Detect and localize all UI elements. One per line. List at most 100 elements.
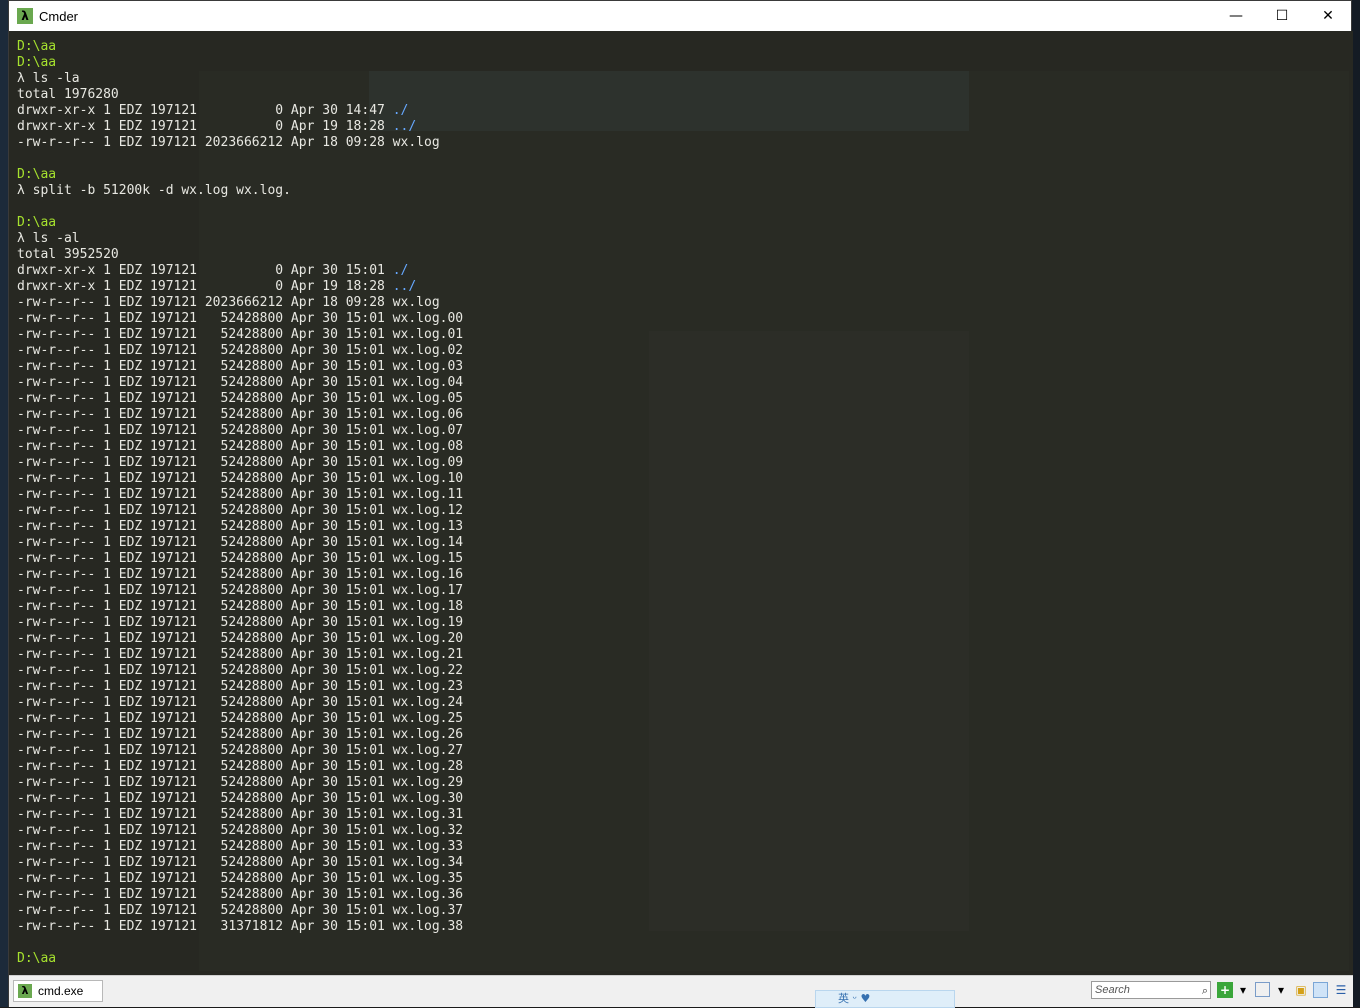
console-text: -rw-r--r-- 1 EDZ 197121 52428800 Apr 30 … bbox=[17, 375, 464, 390]
console-text: -rw-r--r-- 1 EDZ 197121 52428800 Apr 30 … bbox=[17, 903, 464, 918]
console-text: λ ls -al bbox=[17, 231, 80, 246]
console-text: total 3952520 bbox=[17, 247, 119, 262]
console-line: -rw-r--r-- 1 EDZ 197121 52428800 Apr 30 … bbox=[17, 647, 463, 663]
console-line: -rw-r--r-- 1 EDZ 197121 52428800 Apr 30 … bbox=[17, 759, 463, 775]
console-text: -rw-r--r-- 1 EDZ 197121 52428800 Apr 30 … bbox=[17, 599, 464, 614]
console-text: -rw-r--r-- 1 EDZ 197121 52428800 Apr 30 … bbox=[17, 631, 464, 646]
window-controls: — ☐ ✕ bbox=[1213, 1, 1351, 31]
console-text: total 1976280 bbox=[17, 87, 119, 102]
console-line: -rw-r--r-- 1 EDZ 197121 52428800 Apr 30 … bbox=[17, 391, 463, 407]
prompt-path: D:\aa bbox=[17, 167, 57, 182]
console-line: -rw-r--r-- 1 EDZ 197121 52428800 Apr 30 … bbox=[17, 663, 463, 679]
desktop-background-left bbox=[0, 0, 8, 1007]
console-output: D:\aa D:\aa λ ls -la total 1976280 drwxr-xr-… bbox=[17, 39, 463, 967]
console-line: D:\aa bbox=[17, 55, 463, 71]
console-line: -rw-r--r-- 1 EDZ 197121 2023666212 Apr 1… bbox=[17, 135, 463, 151]
console-line: -rw-r--r-- 1 EDZ 197121 52428800 Apr 30 … bbox=[17, 519, 463, 535]
console-line: -rw-r--r-- 1 EDZ 197121 52428800 Apr 30 … bbox=[17, 855, 463, 871]
search-input[interactable]: Search ⌕ bbox=[1091, 981, 1211, 999]
console-text: -rw-r--r-- 1 EDZ 197121 52428800 Apr 30 … bbox=[17, 727, 464, 742]
console-text: -rw-r--r-- 1 EDZ 197121 52428800 Apr 30 … bbox=[17, 823, 464, 838]
console-text: -rw-r--r-- 1 EDZ 197121 52428800 Apr 30 … bbox=[17, 663, 464, 678]
console-line: D:\aa bbox=[17, 951, 463, 967]
console-text: -rw-r--r-- 1 EDZ 197121 52428800 Apr 30 … bbox=[17, 343, 464, 358]
panel-view-icon[interactable] bbox=[1313, 982, 1328, 998]
prompt-path: D:\aa bbox=[17, 55, 57, 70]
console-line: D:\aa bbox=[17, 215, 463, 231]
console-text: -rw-r--r-- 1 EDZ 197121 52428800 Apr 30 … bbox=[17, 807, 464, 822]
console-text: -rw-r--r-- 1 EDZ 197121 52428800 Apr 30 … bbox=[17, 327, 464, 342]
console-text: -rw-r--r-- 1 EDZ 197121 52428800 Apr 30 … bbox=[17, 839, 464, 854]
prompt-path: D:\aa bbox=[17, 215, 57, 230]
minimize-button[interactable]: — bbox=[1213, 1, 1259, 31]
console-line: drwxr-xr-x 1 EDZ 197121 0 Apr 19 18:28 .… bbox=[17, 279, 463, 295]
console-line: drwxr-xr-x 1 EDZ 197121 0 Apr 30 14:47 .… bbox=[17, 103, 463, 119]
ime-indicator: 英 ᵕ ♥ bbox=[815, 990, 955, 1008]
chevron-down-icon[interactable]: ▾ bbox=[1273, 982, 1289, 998]
console-line: D:\aa bbox=[17, 39, 463, 55]
directory-entry: ../ bbox=[392, 279, 417, 294]
search-placeholder: Search bbox=[1095, 984, 1130, 996]
console-text: -rw-r--r-- 1 EDZ 197121 52428800 Apr 30 … bbox=[17, 567, 464, 582]
console-line: -rw-r--r-- 1 EDZ 197121 52428800 Apr 30 … bbox=[17, 503, 463, 519]
console-line: -rw-r--r-- 1 EDZ 197121 52428800 Apr 30 … bbox=[17, 375, 463, 391]
console-text: -rw-r--r-- 1 EDZ 197121 52428800 Apr 30 … bbox=[17, 871, 464, 886]
console-text: λ split -b 51200k -d wx.log wx.log. bbox=[17, 183, 291, 198]
chevron-down-icon[interactable]: ▾ bbox=[1235, 982, 1251, 998]
title-bar[interactable]: λ Cmder — ☐ ✕ bbox=[9, 1, 1351, 31]
console-text: -rw-r--r-- 1 EDZ 197121 52428800 Apr 30 … bbox=[17, 711, 464, 726]
cmder-lambda-icon: λ bbox=[18, 984, 32, 998]
console-text: -rw-r--r-- 1 EDZ 197121 52428800 Apr 30 … bbox=[17, 695, 464, 710]
console-text: -rw-r--r-- 1 EDZ 197121 52428800 Apr 30 … bbox=[17, 743, 464, 758]
console-line: -rw-r--r-- 1 EDZ 197121 52428800 Apr 30 … bbox=[17, 695, 463, 711]
console-text: -rw-r--r-- 1 EDZ 197121 52428800 Apr 30 … bbox=[17, 455, 464, 470]
console-line: -rw-r--r-- 1 EDZ 197121 52428800 Apr 30 … bbox=[17, 615, 463, 631]
console-text: -rw-r--r-- 1 EDZ 197121 31371812 Apr 30 … bbox=[17, 919, 464, 934]
directory-entry: ../ bbox=[392, 119, 417, 134]
console-area[interactable]: D:\aa D:\aa λ ls -la total 1976280 drwxr-xr-… bbox=[9, 31, 1353, 975]
console-line: total 3952520 bbox=[17, 247, 463, 263]
console-line: -rw-r--r-- 1 EDZ 197121 52428800 Apr 30 … bbox=[17, 887, 463, 903]
console-line: -rw-r--r-- 1 EDZ 197121 52428800 Apr 30 … bbox=[17, 807, 463, 823]
console-line: -rw-r--r-- 1 EDZ 197121 52428800 Apr 30 … bbox=[17, 535, 463, 551]
console-line: λ ls -al bbox=[17, 231, 463, 247]
console-line: -rw-r--r-- 1 EDZ 197121 52428800 Apr 30 … bbox=[17, 823, 463, 839]
menu-icon[interactable]: ☰ bbox=[1333, 982, 1349, 998]
console-text: -rw-r--r-- 1 EDZ 197121 52428800 Apr 30 … bbox=[17, 551, 464, 566]
console-line: -rw-r--r-- 1 EDZ 197121 52428800 Apr 30 … bbox=[17, 727, 463, 743]
console-text: -rw-r--r-- 1 EDZ 197121 2023666212 Apr 1… bbox=[17, 295, 440, 310]
console-text: -rw-r--r-- 1 EDZ 197121 52428800 Apr 30 … bbox=[17, 855, 464, 870]
new-console-icon[interactable]: + bbox=[1217, 982, 1233, 998]
console-text: -rw-r--r-- 1 EDZ 197121 2023666212 Apr 1… bbox=[17, 135, 440, 150]
split-view-icon[interactable] bbox=[1255, 982, 1270, 997]
console-line: -rw-r--r-- 1 EDZ 197121 52428800 Apr 30 … bbox=[17, 439, 463, 455]
console-text: -rw-r--r-- 1 EDZ 197121 52428800 Apr 30 … bbox=[17, 311, 464, 326]
console-text: -rw-r--r-- 1 EDZ 197121 52428800 Apr 30 … bbox=[17, 615, 464, 630]
console-line: -rw-r--r-- 1 EDZ 197121 52428800 Apr 30 … bbox=[17, 791, 463, 807]
maximize-button[interactable]: ☐ bbox=[1259, 1, 1305, 31]
console-text: -rw-r--r-- 1 EDZ 197121 52428800 Apr 30 … bbox=[17, 679, 464, 694]
console-line: -rw-r--r-- 1 EDZ 197121 52428800 Apr 30 … bbox=[17, 711, 463, 727]
console-text: -rw-r--r-- 1 EDZ 197121 52428800 Apr 30 … bbox=[17, 503, 464, 518]
console-line: drwxr-xr-x 1 EDZ 197121 0 Apr 19 18:28 .… bbox=[17, 119, 463, 135]
console-text: -rw-r--r-- 1 EDZ 197121 52428800 Apr 30 … bbox=[17, 535, 464, 550]
console-text: -rw-r--r-- 1 EDZ 197121 52428800 Apr 30 … bbox=[17, 471, 464, 486]
console-line: -rw-r--r-- 1 EDZ 197121 52428800 Apr 30 … bbox=[17, 455, 463, 471]
console-line: -rw-r--r-- 1 EDZ 197121 52428800 Apr 30 … bbox=[17, 775, 463, 791]
console-line: λ split -b 51200k -d wx.log wx.log. bbox=[17, 183, 463, 199]
console-text: -rw-r--r-- 1 EDZ 197121 52428800 Apr 30 … bbox=[17, 791, 464, 806]
console-line: -rw-r--r-- 1 EDZ 197121 52428800 Apr 30 … bbox=[17, 567, 463, 583]
console-line: -rw-r--r-- 1 EDZ 197121 52428800 Apr 30 … bbox=[17, 423, 463, 439]
close-button[interactable]: ✕ bbox=[1305, 1, 1351, 31]
console-text: -rw-r--r-- 1 EDZ 197121 52428800 Apr 30 … bbox=[17, 647, 464, 662]
status-bar: λ cmd.exe 英 ᵕ ♥ Search ⌕ + ▾ ▾ ▣ ☰ bbox=[9, 975, 1353, 1008]
cmder-window: λ Cmder — ☐ ✕ D:\aa D:\aa λ ls -la total 19… bbox=[8, 0, 1353, 1008]
console-line: -rw-r--r-- 1 EDZ 197121 52428800 Apr 30 … bbox=[17, 839, 463, 855]
console-tab[interactable]: λ cmd.exe bbox=[13, 980, 103, 1002]
background-window-ghost-list bbox=[649, 331, 969, 931]
console-line: λ ls -la bbox=[17, 71, 463, 87]
prompt-path: D:\aa bbox=[17, 951, 57, 966]
lock-icon[interactable]: ▣ bbox=[1293, 982, 1309, 998]
